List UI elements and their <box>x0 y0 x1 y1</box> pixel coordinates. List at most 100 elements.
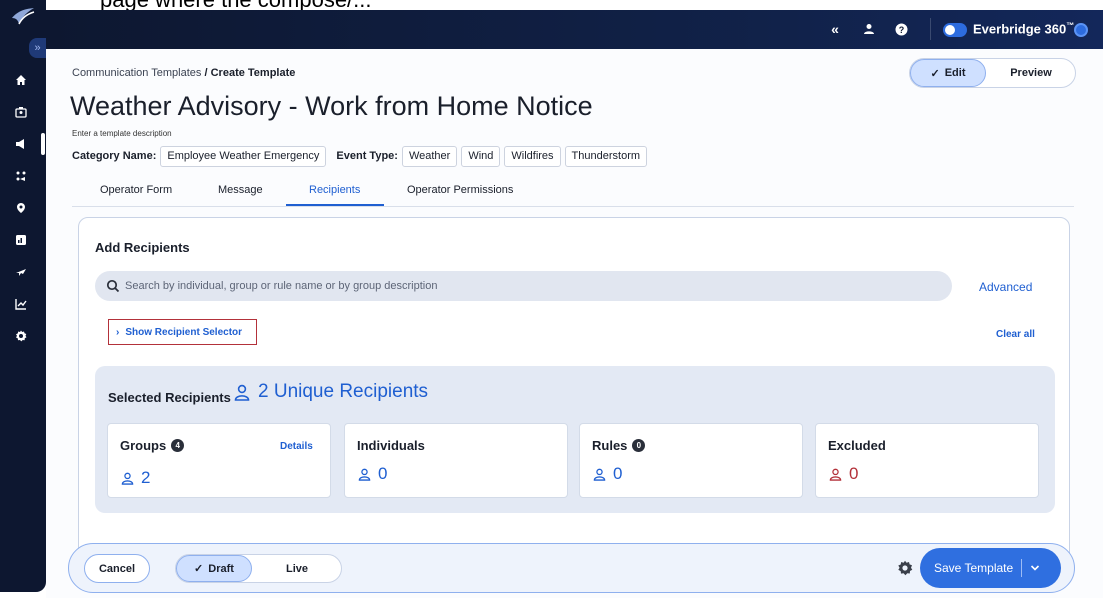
incidents-icon[interactable] <box>11 166 31 186</box>
groups-count-badge: 4 <box>171 439 185 452</box>
preview-button[interactable]: Preview <box>986 59 1076 87</box>
draft-button[interactable]: ✓ Draft <box>176 555 252 582</box>
top-bar: « ? Everbridge 360™ <box>46 10 1103 49</box>
template-description-field[interactable]: Enter a template description <box>72 129 172 138</box>
breadcrumb-current: Create Template <box>210 67 296 79</box>
search-icon <box>106 279 120 293</box>
recipient-search-input[interactable]: Search by individual, group or rule name… <box>95 271 952 301</box>
event-type-chip[interactable]: Wind <box>461 145 501 167</box>
everbridge-logo-icon <box>12 8 35 25</box>
save-template-label: Save Template <box>934 561 1014 575</box>
unique-recipients-count: 2 Unique Recipients <box>234 381 428 403</box>
brand-name: Everbridge 360™ <box>973 21 1075 37</box>
breadcrumb-separator: / <box>204 67 208 79</box>
event-type-label: Event Type: <box>336 150 398 162</box>
category-chip[interactable]: Employee Weather Emergency <box>160 145 327 167</box>
individuals-stat-card: Individuals 0 <box>344 423 568 498</box>
rules-label: Rules <box>592 438 628 453</box>
template-tabs: Operator Form Message Recipients Operato… <box>72 177 1074 207</box>
groups-value: 2 <box>121 468 150 488</box>
event-type-chip[interactable]: Wildfires <box>504 145 561 167</box>
groups-label: Groups <box>120 438 167 453</box>
person-icon <box>121 472 134 485</box>
tab-operator-form[interactable]: Operator Form <box>100 184 172 196</box>
selected-recipients-panel: Selected Recipients 2 Unique Recipients … <box>95 366 1055 513</box>
chevron-down-icon[interactable] <box>1030 564 1040 572</box>
topbar-divider <box>930 18 931 40</box>
groups-label-row: Groups 4 <box>120 438 185 453</box>
footer-action-bar: Cancel ✓ Draft Live Save Template <box>68 543 1075 593</box>
show-recipient-selector-button[interactable]: › Show Recipient Selector <box>108 319 257 345</box>
active-tab-underline <box>286 204 384 206</box>
event-type-chip[interactable]: Weather <box>401 145 458 167</box>
excluded-label: Excluded <box>828 438 886 453</box>
account-avatar[interactable] <box>1074 23 1088 37</box>
analytics-icon[interactable] <box>11 294 31 314</box>
svg-text:?: ? <box>898 25 904 35</box>
rules-value-text: 0 <box>613 464 623 483</box>
check-icon: ✓ <box>194 563 204 575</box>
main-content: Communication Templates / Create Templat… <box>46 49 1103 598</box>
breadcrumb-parent[interactable]: Communication Templates <box>72 67 201 79</box>
draft-label: Draft <box>208 562 234 575</box>
add-recipients-heading: Add Recipients <box>95 240 190 255</box>
draft-live-toggle: ✓ Draft Live <box>175 554 342 583</box>
excluded-value: 0 <box>829 464 858 484</box>
individuals-value-text: 0 <box>378 464 388 483</box>
communications-icon[interactable] <box>11 134 31 154</box>
person-icon <box>593 468 606 481</box>
sidebar-expand-button[interactable]: » <box>29 38 46 58</box>
edit-label: Edit <box>944 67 966 79</box>
sidebar: » <box>0 0 46 592</box>
breadcrumb: Communication Templates / Create Templat… <box>72 67 295 79</box>
live-button[interactable]: Live <box>254 555 340 582</box>
settings-icon[interactable] <box>11 326 31 346</box>
individuals-value: 0 <box>358 464 387 484</box>
tab-operator-permissions[interactable]: Operator Permissions <box>407 184 513 196</box>
edit-button[interactable]: ✓ Edit <box>910 59 986 87</box>
location-pin-icon[interactable] <box>11 198 31 218</box>
person-icon <box>234 384 250 401</box>
event-type-chip[interactable]: Thunderstorm <box>564 145 648 167</box>
advanced-search-link[interactable]: Advanced <box>979 280 1032 294</box>
user-icon[interactable] <box>860 20 878 38</box>
check-icon: ✓ <box>930 67 940 80</box>
top-caption-band: page where the compose/... <box>0 0 1103 10</box>
person-icon <box>358 468 371 481</box>
groups-value-text: 2 <box>141 468 151 487</box>
rules-count-badge: 0 <box>632 439 646 452</box>
rules-label-row: Rules 0 <box>592 438 646 453</box>
template-meta-row: Category Name: Employee Weather Emergenc… <box>72 145 651 167</box>
excluded-value-text: 0 <box>849 464 859 483</box>
travel-icon[interactable] <box>11 262 31 282</box>
tab-message[interactable]: Message <box>218 184 263 196</box>
collapse-chevrons-icon[interactable]: « <box>826 20 844 38</box>
selected-recipients-heading: Selected Recipients <box>108 390 231 405</box>
rules-stat-card: Rules 0 0 <box>579 423 803 498</box>
save-button-divider <box>1021 559 1023 577</box>
excluded-stat-card: Excluded 0 <box>815 423 1039 498</box>
clear-all-link[interactable]: Clear all <box>996 329 1035 340</box>
chevron-right-icon: › <box>116 326 120 338</box>
groups-stat-card: Groups 4 Details 2 <box>107 423 331 498</box>
top-caption-text: page where the compose/... <box>100 0 372 10</box>
theme-toggle[interactable] <box>943 23 967 37</box>
tab-recipients[interactable]: Recipients <box>309 184 360 196</box>
home-icon[interactable] <box>11 70 31 90</box>
contacts-icon[interactable] <box>11 102 31 122</box>
edit-preview-toggle: ✓ Edit Preview <box>909 58 1076 88</box>
cancel-button[interactable]: Cancel <box>84 554 150 583</box>
rules-value: 0 <box>593 464 622 484</box>
save-template-button[interactable]: Save Template <box>920 548 1061 588</box>
person-icon <box>829 468 842 481</box>
gear-icon[interactable] <box>897 560 913 576</box>
show-recipient-selector-label: Show Recipient Selector <box>125 326 243 338</box>
page-title[interactable]: Weather Advisory - Work from Home Notice <box>70 91 593 122</box>
unique-recipients-label: 2 Unique Recipients <box>258 381 429 402</box>
individuals-label: Individuals <box>357 438 425 453</box>
search-placeholder: Search by individual, group or rule name… <box>125 280 438 292</box>
groups-details-link[interactable]: Details <box>280 441 313 452</box>
dashboard-icon[interactable] <box>11 230 31 250</box>
help-icon[interactable]: ? <box>892 20 910 38</box>
add-recipients-card: Add Recipients Search by individual, gro… <box>78 217 1070 572</box>
